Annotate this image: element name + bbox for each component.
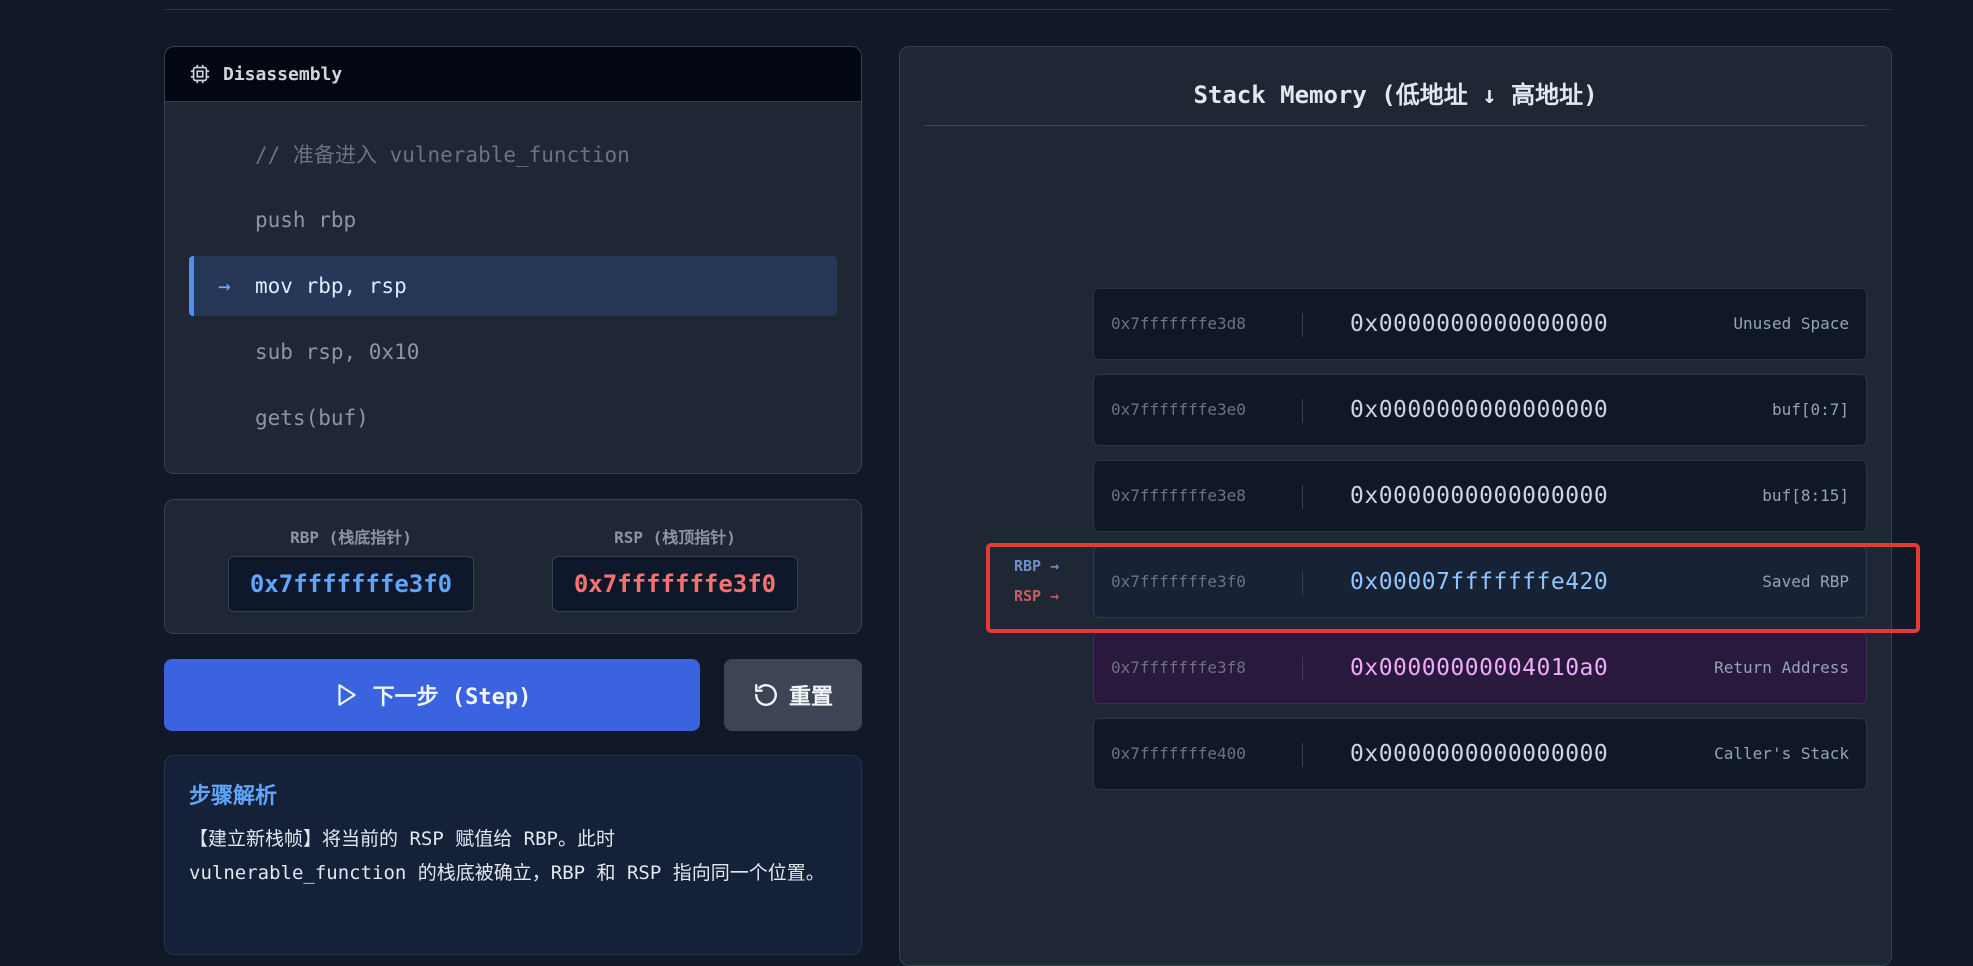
play-icon (338, 684, 356, 706)
disassembly-title: Disassembly (223, 63, 343, 85)
slot-label: Return Address (1714, 658, 1849, 677)
slot-address: 0x7fffffffe3f8 (1111, 658, 1246, 677)
registers-panel: RBP (栈底指针) 0x7fffffffe3f0 RSP (栈顶指针) 0x7… (164, 499, 862, 634)
instruction-line: gets(buf) (255, 406, 369, 430)
slot-label: Caller's Stack (1714, 744, 1849, 763)
current-instruction-arrow-icon: → (218, 274, 231, 298)
rsp-register: RSP (栈顶指针) 0x7fffffffe3f0 (552, 524, 798, 612)
reset-button-label: 重置 (788, 685, 833, 710)
slot-address: 0x7fffffffe3d8 (1111, 314, 1246, 333)
slot-value: 0x0000000000000000 (1350, 741, 1609, 767)
stack-title: Stack Memory (低地址 ↓ 高地址) (1193, 81, 1598, 109)
rbp-value: 0x7fffffffe3f0 (228, 556, 474, 612)
top-divider (164, 9, 1892, 10)
slot-value: 0x0000000000000000 (1350, 397, 1609, 423)
slot-value: 0x0000000000000000 (1350, 483, 1609, 509)
stack-divider (924, 125, 1867, 126)
cpu-chip-icon (190, 64, 210, 84)
rbp-label: RBP (栈底指针) (290, 528, 412, 547)
rsp-pointer-marker: RSP → (1014, 587, 1060, 605)
stack-slot: 0x7fffffffe3e0 0x0000000000000000 buf[0:… (1093, 374, 1867, 446)
instruction-line: sub rsp, 0x10 (255, 340, 420, 364)
rsp-label: RSP (栈顶指针) (614, 528, 736, 547)
slot-label: buf[0:7] (1771, 400, 1849, 419)
stack-slot-return-address: 0x7fffffffe3f8 0x00000000004010a0 Return… (1093, 632, 1867, 704)
reset-icon (755, 684, 777, 706)
reset-button[interactable]: 重置 (724, 659, 862, 731)
stack-memory-panel: Stack Memory (低地址 ↓ 高地址) 0x7fffffffe3d8 … (899, 46, 1892, 966)
slot-value: 0x00000000004010a0 (1350, 655, 1609, 681)
rsp-value: 0x7fffffffe3f0 (552, 556, 798, 612)
slot-address: 0x7fffffffe400 (1111, 744, 1246, 763)
slot-address: 0x7fffffffe3e0 (1111, 400, 1246, 419)
stack-slot: 0x7fffffffe3d8 0x0000000000000000 Unused… (1093, 288, 1867, 360)
slot-label: Saved RBP (1762, 572, 1849, 591)
instruction-line-active: → mov rbp, rsp (189, 256, 837, 316)
step-button-label: 下一步 (Step) (372, 685, 532, 710)
explanation-text: 【建立新栈帧】将当前的 RSP 赋值给 RBP。此时 vulnerable_fu… (189, 828, 825, 884)
instruction-line: // 准备进入 vulnerable_function (255, 143, 630, 167)
stack-slot-saved-rbp: 0x7fffffffe3f0 0x00007fffffffe420 Saved … (1093, 546, 1867, 618)
rbp-pointer-marker: RBP → (1014, 557, 1060, 575)
stack-slot: 0x7fffffffe400 0x0000000000000000 Caller… (1093, 718, 1867, 790)
slot-value: 0x00007fffffffe420 (1350, 569, 1609, 595)
rbp-register: RBP (栈底指针) 0x7fffffffe3f0 (228, 524, 474, 612)
slot-value: 0x0000000000000000 (1350, 311, 1609, 337)
slot-address: 0x7fffffffe3e8 (1111, 486, 1246, 505)
slot-address: 0x7fffffffe3f0 (1111, 572, 1246, 591)
disassembly-lines: // 准备进入 vulnerable_function push rbp → mo… (165, 102, 861, 448)
disassembly-header: Disassembly (165, 47, 861, 102)
explanation-title: 步骤解析 (189, 784, 278, 809)
step-button[interactable]: 下一步 (Step) (164, 659, 700, 731)
step-explanation-panel: 步骤解析 【建立新栈帧】将当前的 RSP 赋值给 RBP。此时 vulnerab… (164, 755, 862, 955)
disassembly-panel: Disassembly // 准备进入 vulnerable_function … (164, 46, 862, 474)
instruction-line: push rbp (255, 208, 357, 232)
stack-slot: 0x7fffffffe3e8 0x0000000000000000 buf[8:… (1093, 460, 1867, 532)
slot-label: buf[8:15] (1762, 486, 1849, 505)
slot-label: Unused Space (1733, 314, 1849, 333)
